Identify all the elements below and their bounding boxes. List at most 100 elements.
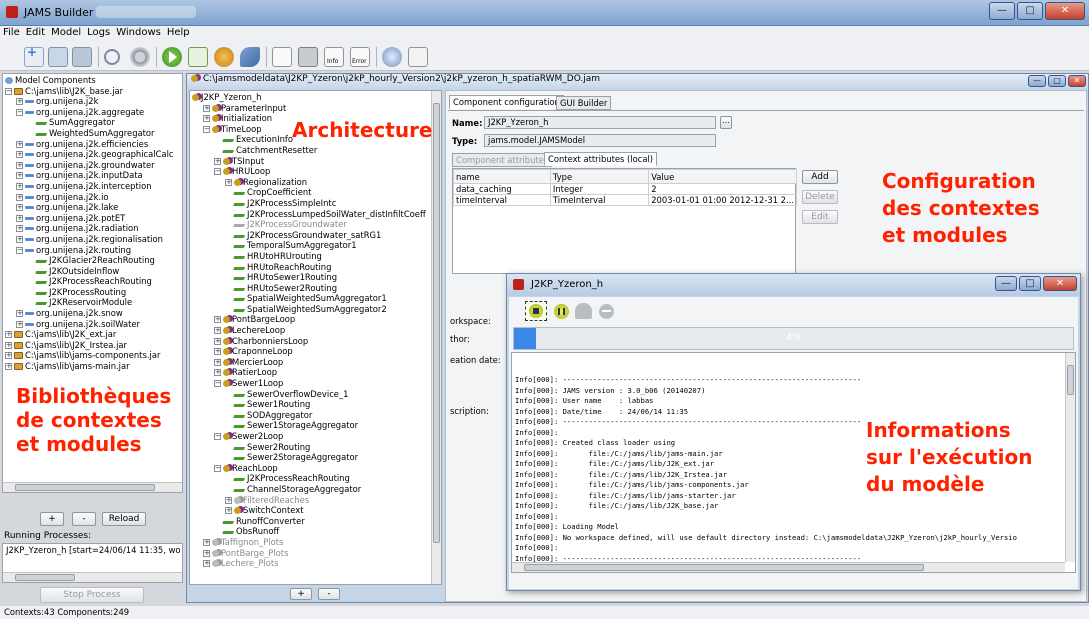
library-hscrollbar[interactable]	[3, 482, 182, 492]
model-tree-node[interactable]: − Sewer2Loop	[192, 431, 441, 442]
model-tree-node[interactable]: + CharbonniersLoop	[192, 336, 441, 347]
expand-toggle-icon[interactable]: +	[214, 358, 221, 366]
library-tree-node[interactable]: + org.unijena.j2k.efficiencies	[5, 139, 182, 150]
model-tree-node[interactable]: Sewer2Routing	[192, 442, 441, 453]
plugin-icon[interactable]	[240, 47, 260, 67]
expand-toggle-icon[interactable]: +	[16, 204, 23, 212]
running-process-item[interactable]: J2KP_Yzeron_h [start=24/06/14 11:35, wo	[3, 544, 182, 556]
collapse-toggle-icon[interactable]: −	[214, 380, 221, 388]
model-tree-node[interactable]: Sewer1StorageAggregator	[192, 420, 441, 431]
library-tree-node[interactable]: + org.unijena.j2k.regionalisation	[5, 234, 182, 245]
model-tree-node[interactable]: + Taffignon_Plots	[192, 537, 441, 548]
close-button[interactable]: ✕	[1045, 2, 1085, 20]
model-tree-node[interactable]: HRUtoSewer2Routing	[192, 283, 441, 294]
log-hscrollbar[interactable]	[512, 562, 1065, 572]
model-tree-node[interactable]: SpatialWeightedSumAggregator1	[192, 293, 441, 304]
copy-icon[interactable]	[272, 47, 292, 67]
library-tree-node[interactable]: − C:\jams\lib\J2K_base.jar	[5, 86, 182, 97]
model-maximize-button[interactable]: □	[1048, 75, 1066, 87]
expand-toggle-icon[interactable]: +	[214, 337, 221, 345]
model-tree-node[interactable]: ObsRunoff	[192, 526, 441, 537]
library-tree-node[interactable]: + org.unijena.j2k.interception	[5, 181, 182, 192]
expand-toggle-icon[interactable]: +	[214, 327, 221, 335]
menu-edit[interactable]: Edit	[23, 26, 48, 38]
add-attribute-button[interactable]: Add	[802, 170, 838, 184]
expand-toggle-icon[interactable]: +	[16, 151, 23, 159]
run-model-icon[interactable]	[162, 47, 182, 67]
expand-toggle-icon[interactable]: +	[16, 225, 23, 233]
expand-toggle-icon[interactable]: +	[16, 193, 23, 201]
tab-component-configuration[interactable]: Component configuration	[449, 95, 564, 109]
model-tree-node[interactable]: + CraponneLoop	[192, 346, 441, 357]
expand-toggle-icon[interactable]: +	[16, 140, 23, 148]
model-tree-node[interactable]: ChannelStorageAggregator	[192, 484, 441, 495]
expand-toggle-icon[interactable]: +	[5, 341, 12, 349]
expand-toggle-icon[interactable]: +	[16, 98, 23, 106]
model-minimize-button[interactable]: —	[1028, 75, 1046, 87]
error-log-icon[interactable]: Error	[350, 47, 370, 67]
model-tree-node[interactable]: + RatierLoop	[192, 367, 441, 378]
expand-toggle-icon[interactable]: +	[203, 115, 210, 123]
model-close-button[interactable]: ✕	[1068, 75, 1086, 87]
expand-toggle-icon[interactable]: +	[16, 214, 23, 222]
library-tree-node[interactable]: + org.unijena.j2k.potET	[5, 213, 182, 224]
model-tree-node[interactable]: J2KProcessGroundwater_satRG1	[192, 230, 441, 241]
library-tree-node[interactable]: SumAggregator	[5, 117, 182, 128]
library-tree-node[interactable]: + org.unijena.j2k.groundwater	[5, 160, 182, 171]
expand-toggle-icon[interactable]: +	[16, 310, 23, 318]
library-tree-node[interactable]: + org.unijena.j2k.snow	[5, 308, 182, 319]
expand-toggle-icon[interactable]: +	[214, 157, 221, 165]
library-tree-node[interactable]: J2KGlacier2ReachRouting	[5, 255, 182, 266]
model-tree-node[interactable]: CropCoefficient	[192, 187, 441, 198]
library-tree-node[interactable]: + org.unijena.j2k.radiation	[5, 223, 182, 234]
remove-component-button[interactable]: -	[318, 588, 340, 600]
browser-icon[interactable]	[382, 47, 402, 67]
run-maximize-button[interactable]: □	[1019, 276, 1041, 291]
library-tree-node[interactable]: + org.unijena.j2k.io	[5, 192, 182, 203]
stop-run-button[interactable]	[525, 301, 547, 321]
library-tree-node[interactable]: − org.unijena.j2k.aggregate	[5, 107, 182, 118]
model-tree-node[interactable]: + TSInput	[192, 156, 441, 167]
expand-toggle-icon[interactable]: +	[225, 507, 232, 515]
name-field[interactable]: J2KP_Yzeron_h	[484, 116, 716, 129]
expand-toggle-icon[interactable]: +	[5, 352, 12, 360]
expand-toggle-icon[interactable]: +	[225, 178, 232, 186]
expand-toggle-icon[interactable]: +	[203, 538, 210, 546]
library-tree-node[interactable]: − org.unijena.j2k.routing	[5, 245, 182, 256]
type-field[interactable]: jams.model.JAMSModel	[484, 134, 716, 147]
expand-toggle-icon[interactable]: +	[214, 348, 221, 356]
expand-toggle-icon[interactable]: +	[203, 549, 210, 557]
collapse-toggle-icon[interactable]: −	[5, 87, 12, 95]
library-tree-node[interactable]: + org.unijena.j2k.inputData	[5, 170, 182, 181]
model-tree-node[interactable]: + ParameterInput	[192, 103, 441, 114]
model-tree-node[interactable]: SewerOverflowDevice_1	[192, 389, 441, 400]
search-icon[interactable]	[104, 49, 120, 65]
delete-attribute-button[interactable]: Delete	[802, 190, 838, 204]
expand-toggle-icon[interactable]: +	[203, 104, 210, 112]
clipboard-icon[interactable]	[298, 47, 318, 67]
model-tree-node[interactable]: CatchmentResetter	[192, 145, 441, 156]
column-type[interactable]: Type	[549, 169, 650, 184]
add-library-button[interactable]: +	[40, 512, 64, 526]
menu-file[interactable]: File	[0, 26, 23, 38]
stop-process-button[interactable]: Stop Process	[40, 587, 144, 603]
table-row[interactable]: timeInterval TimeInterval 2003-01-01 01:…	[453, 194, 797, 206]
model-tree-node[interactable]: SODAggregator	[192, 410, 441, 421]
expand-toggle-icon[interactable]: +	[16, 172, 23, 180]
minimize-button[interactable]: —	[989, 2, 1015, 20]
model-tree-node[interactable]: + MercierLoop	[192, 357, 441, 368]
model-tree-node[interactable]: − HRULoop	[192, 166, 441, 177]
pause-icon[interactable]	[554, 304, 569, 319]
window-icon[interactable]	[408, 47, 428, 67]
column-value[interactable]: Value	[648, 169, 797, 184]
log-viewer-icon[interactable]	[575, 303, 592, 319]
collapse-toggle-icon[interactable]: −	[16, 246, 23, 254]
library-tree-node[interactable]: + org.unijena.j2k	[5, 96, 182, 107]
library-tree-node[interactable]: + org.unijena.j2k.lake	[5, 202, 182, 213]
model-tree-node[interactable]: TemporalSumAggregator1	[192, 240, 441, 251]
model-tree-node[interactable]: − Sewer1Loop	[192, 378, 441, 389]
library-tree-node[interactable]: + org.unijena.j2k.soilWater	[5, 319, 182, 330]
expand-toggle-icon[interactable]: +	[214, 369, 221, 377]
library-tree-node[interactable]: WeightedSumAggregator	[5, 128, 182, 139]
expand-toggle-icon[interactable]: +	[214, 316, 221, 324]
